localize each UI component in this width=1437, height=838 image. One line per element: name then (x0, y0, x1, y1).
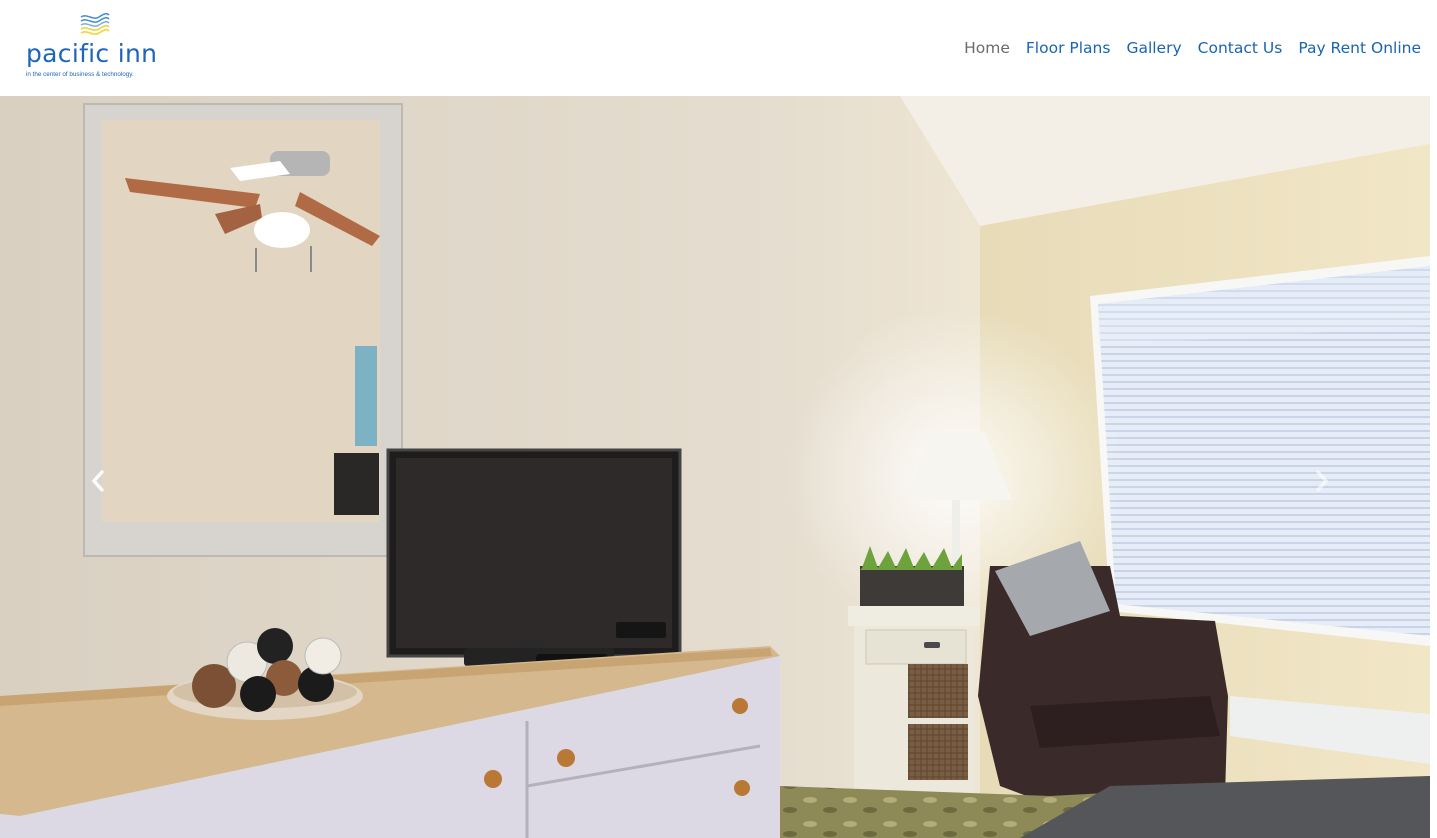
nav-pay-rent-online[interactable]: Pay Rent Online (1298, 39, 1421, 57)
bedroom-photo (0, 96, 1430, 838)
nav-gallery[interactable]: Gallery (1126, 39, 1181, 57)
hero-carousel (0, 96, 1430, 838)
nav-contact-us[interactable]: Contact Us (1198, 39, 1283, 57)
logo-wordmark: pacific inn (26, 39, 158, 68)
logo-tagline: in the center of business & technology. (26, 71, 134, 78)
chevron-left-icon (91, 470, 104, 492)
carousel-next-button[interactable] (1302, 461, 1342, 501)
nav-home[interactable]: Home (964, 39, 1010, 57)
nav-floor-plans[interactable]: Floor Plans (1026, 39, 1111, 57)
site-header: pacific inn in the center of business & … (0, 0, 1437, 96)
site-logo[interactable]: pacific inn in the center of business & … (24, 13, 169, 83)
logo-waves-icon (80, 13, 110, 36)
carousel-prev-button[interactable] (78, 461, 118, 501)
chevron-right-icon (1316, 470, 1329, 492)
